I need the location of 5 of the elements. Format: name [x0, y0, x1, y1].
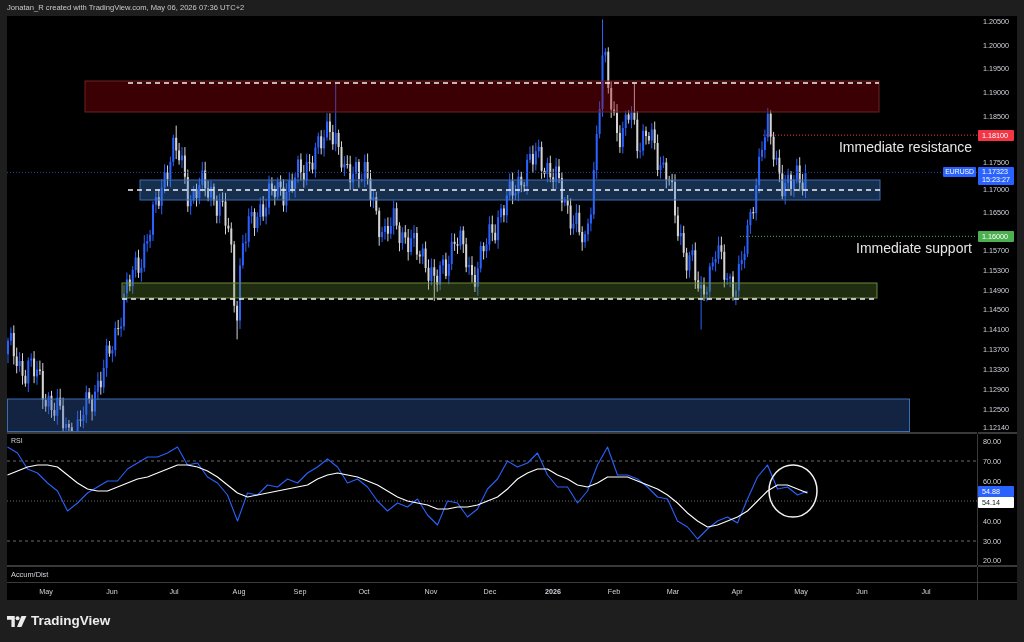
brand-name: TradingView [31, 613, 111, 629]
circle-annotation [768, 464, 818, 518]
logo-icon [7, 614, 27, 628]
level-label: Immediate resistance [838, 139, 972, 156]
level-label: Immediate support [856, 240, 972, 257]
